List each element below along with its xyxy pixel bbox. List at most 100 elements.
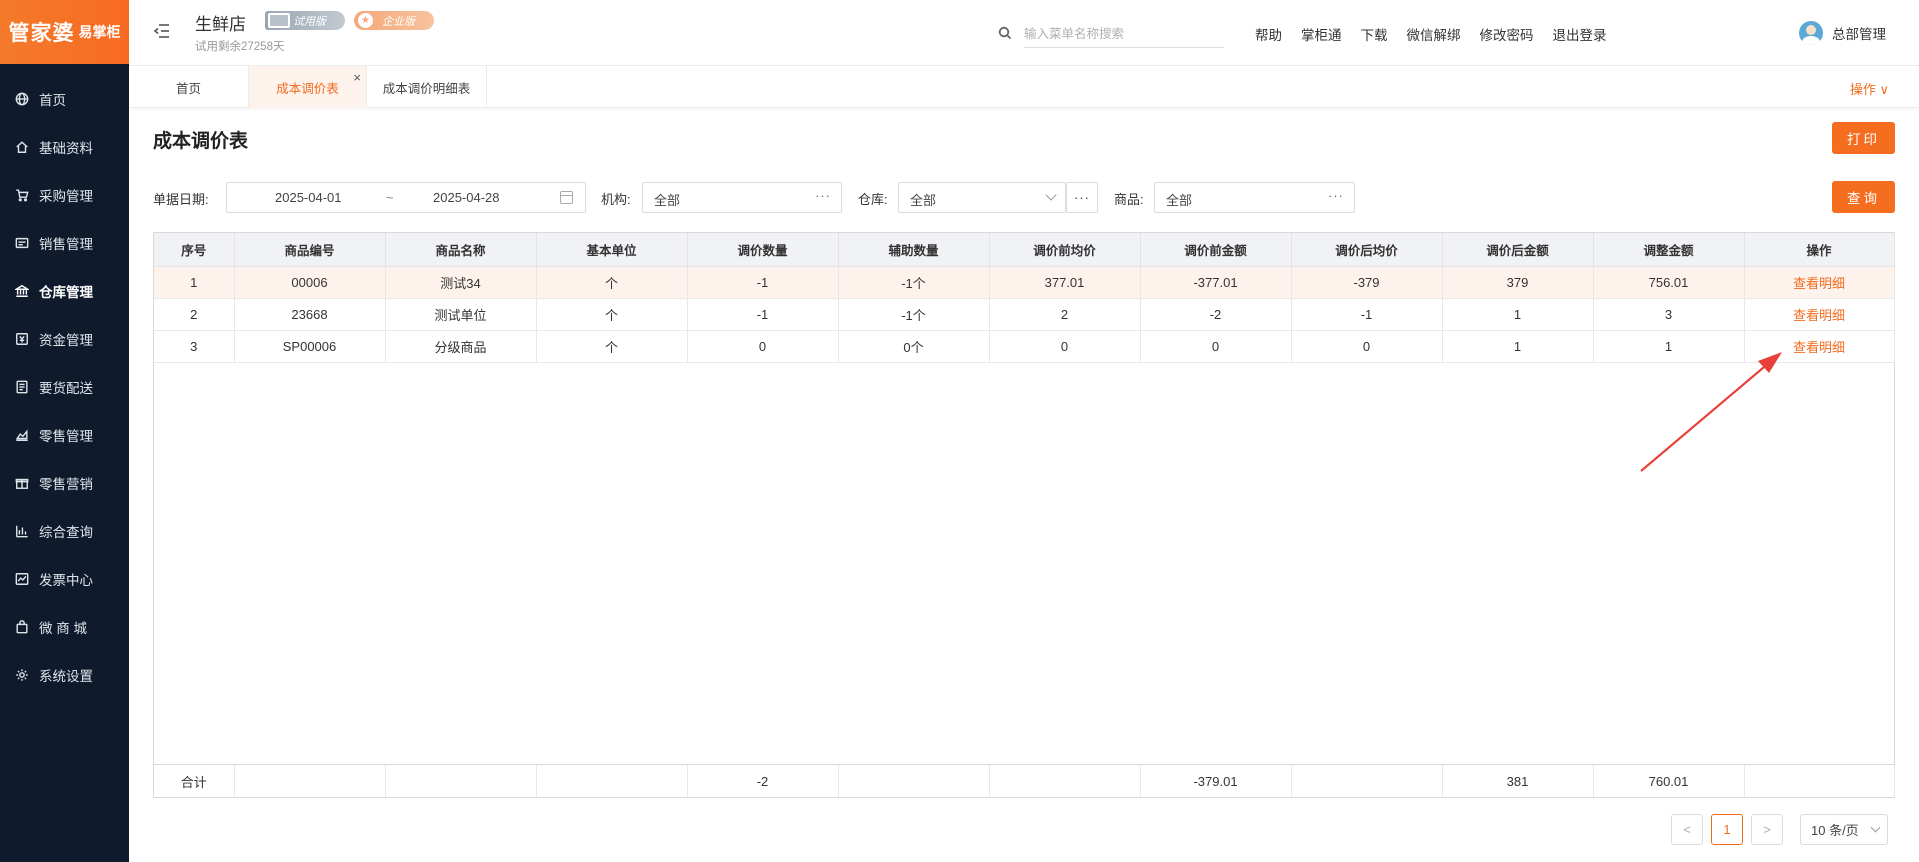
header-link-group: 帮助 掌柜通 下载 微信解绑 修改密码 退出登录 <box>1255 24 1607 44</box>
table-cell: -379 <box>1291 266 1443 299</box>
close-icon[interactable]: × <box>353 70 361 85</box>
col-header[interactable]: 调价前均价 <box>989 233 1141 267</box>
table-cell: 测试34 <box>385 266 537 299</box>
warehouse-label: 仓库: <box>858 192 888 207</box>
table-cell: 测试单位 <box>385 298 537 331</box>
sidebar-item-basic-data[interactable]: 基础资料 <box>0 123 129 171</box>
menu-search-input[interactable] <box>1024 20 1224 48</box>
org-select[interactable]: 全部 ··· <box>642 182 842 213</box>
brand-logo[interactable]: 管家婆 易掌柜 <box>0 0 129 64</box>
change-password-link[interactable]: 修改密码 <box>1480 24 1534 44</box>
next-page-button[interactable]: > <box>1751 814 1783 845</box>
table-cell: 1 <box>1442 330 1594 363</box>
sidebar-item-funds[interactable]: 资金管理 <box>0 315 129 363</box>
tab-label: 成本调价表 <box>276 81 339 96</box>
table-cell: 379 <box>1442 266 1594 299</box>
col-header[interactable]: 调价数量 <box>687 233 839 267</box>
sidebar-item-warehouse[interactable]: 仓库管理 <box>0 267 129 315</box>
sidebar-item-delivery[interactable]: 要货配送 <box>0 363 129 411</box>
more-icon[interactable]: ··· <box>1328 188 1344 203</box>
help-link[interactable]: 帮助 <box>1255 24 1282 44</box>
date-end[interactable]: 2025-04-28 <box>433 190 500 205</box>
wechat-unbind-link[interactable]: 微信解绑 <box>1407 24 1461 44</box>
table-cell: 0 <box>989 330 1141 363</box>
page-1-button[interactable]: 1 <box>1711 814 1743 845</box>
col-header[interactable]: 商品名称 <box>385 233 537 267</box>
col-header[interactable]: 辅助数量 <box>838 233 990 267</box>
logout-link[interactable]: 退出登录 <box>1553 24 1607 44</box>
enterprise-badge-label: 企业版 <box>382 15 415 28</box>
view-detail-link[interactable]: 查看明细 <box>1744 266 1895 299</box>
sidebar-item-invoice[interactable]: 发票中心 <box>0 555 129 603</box>
table-row[interactable]: 3 SP00006 分级商品 个 0 0个 0 0 0 1 1 查看明细 <box>154 330 1895 363</box>
sidebar-item-sales[interactable]: 销售管理 <box>0 219 129 267</box>
col-header[interactable]: 序号 <box>154 233 235 267</box>
gift-icon <box>14 475 30 491</box>
search-icon[interactable] <box>998 26 1012 40</box>
download-link[interactable]: 下载 <box>1361 24 1388 44</box>
prev-page-button[interactable]: < <box>1671 814 1703 845</box>
sidebar-item-label: 采购管理 <box>39 189 93 204</box>
zhanggui-link[interactable]: 掌柜通 <box>1301 24 1342 44</box>
view-detail-link[interactable]: 查看明细 <box>1744 330 1895 363</box>
col-header[interactable]: 调价前金额 <box>1140 233 1292 267</box>
sidebar-item-query[interactable]: 综合查询 <box>0 507 129 555</box>
table-cell: 756.01 <box>1593 266 1745 299</box>
table-row[interactable]: 1 00006 测试34 个 -1 -1个 377.01 -377.01 -37… <box>154 266 1895 299</box>
page-size-value: 10 条/页 <box>1811 823 1859 838</box>
col-header: 操作 <box>1744 233 1895 267</box>
totals-cell <box>838 765 990 797</box>
sidebar-item-purchase[interactable]: 采购管理 <box>0 171 129 219</box>
user-name: 总部管理 <box>1832 27 1886 42</box>
tab-cost-adjust[interactable]: 成本调价表 × <box>249 66 367 108</box>
table-cell: -1个 <box>838 266 990 299</box>
tab-operations-dropdown[interactable]: 操作 ∨ <box>1850 79 1889 98</box>
sidebar-item-marketing[interactable]: 零售营销 <box>0 459 129 507</box>
date-start[interactable]: 2025-04-01 <box>275 190 342 205</box>
user-menu[interactable]: 总部管理 <box>1799 21 1886 45</box>
warehouse-select[interactable]: 全部 <box>898 182 1066 213</box>
sidebar-item-retail[interactable]: 零售管理 <box>0 411 129 459</box>
date-label: 单据日期: <box>153 192 209 207</box>
totals-row: 合计 -2 -379.01 381 760.01 <box>154 765 1895 797</box>
warehouse-more-button[interactable]: ··· <box>1066 182 1098 213</box>
product-select[interactable]: 全部 ··· <box>1154 182 1355 213</box>
chevron-down-icon <box>1045 189 1057 201</box>
sidebar-item-settings[interactable]: 系统设置 <box>0 651 129 699</box>
col-header[interactable]: 调价后均价 <box>1291 233 1443 267</box>
totals-cell <box>385 765 537 797</box>
col-header[interactable]: 调整金额 <box>1593 233 1745 267</box>
sidebar-item-label: 基础资料 <box>39 141 93 156</box>
col-header[interactable]: 商品编号 <box>234 233 386 267</box>
col-header[interactable]: 调价后金额 <box>1442 233 1594 267</box>
date-range-picker[interactable]: 2025-04-01 ~ 2025-04-28 <box>226 182 586 213</box>
table-body: 序号 商品编号 商品名称 基本单位 调价数量 辅助数量 调价前均价 调价前金额 … <box>154 233 1895 363</box>
trial-badge-label: 试用版 <box>293 15 326 28</box>
sidebar-item-label: 系统设置 <box>39 669 93 684</box>
sidebar-item-home[interactable]: 首页 <box>0 75 129 123</box>
bar-chart-icon <box>14 523 30 539</box>
product-value: 全部 <box>1166 193 1193 208</box>
query-button[interactable]: 查询 <box>1832 181 1895 213</box>
tab-home[interactable]: 首页 <box>129 66 249 108</box>
invoice-icon <box>14 571 30 587</box>
tab-cost-adjust-detail[interactable]: 成本调价明细表 <box>367 66 487 108</box>
table-cell: -377.01 <box>1140 266 1292 299</box>
table-row[interactable]: 2 23668 测试单位 个 -1 -1个 2 -2 -1 1 3 查看明细 <box>154 298 1895 331</box>
totals-cell: 760.01 <box>1593 765 1745 797</box>
view-detail-link[interactable]: 查看明细 <box>1744 298 1895 331</box>
table-cell: 3 <box>1593 298 1745 331</box>
totals-cell: -379.01 <box>1140 765 1292 797</box>
menu-toggle-icon[interactable] <box>153 22 171 40</box>
sidebar-item-label: 要货配送 <box>39 381 93 396</box>
sidebar: 管家婆 易掌柜 首页 基础资料 采购管理 销售管理 仓库管理 资金管理 要货配送… <box>0 0 129 862</box>
more-icon[interactable]: ··· <box>815 188 831 203</box>
page-size-select[interactable]: 10 条/页 <box>1800 814 1888 845</box>
table-cell: 分级商品 <box>385 330 537 363</box>
col-header[interactable]: 基本单位 <box>536 233 688 267</box>
sidebar-item-mall[interactable]: 微 商 城 <box>0 603 129 651</box>
print-button[interactable]: 打印 <box>1832 122 1895 154</box>
table-cell: 个 <box>536 330 688 363</box>
org-value: 全部 <box>654 193 681 208</box>
table-cell: SP00006 <box>234 330 386 363</box>
